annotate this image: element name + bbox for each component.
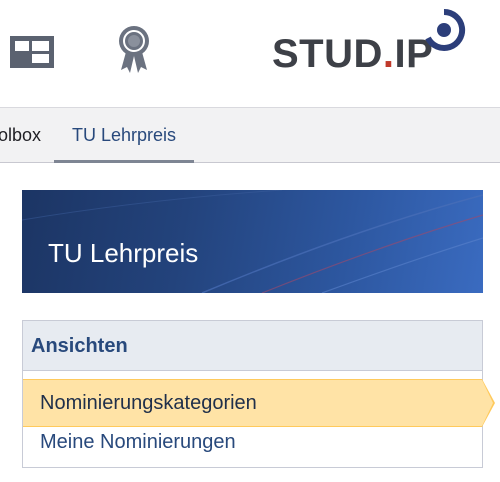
top-header: STUD.IP — [0, 0, 500, 107]
logo-ring-icon — [425, 8, 466, 51]
tab-tu-lehrpreis[interactable]: TU Lehrpreis — [54, 108, 194, 163]
sidebar-item-meine-nominierungen[interactable]: Meine Nominierungen — [23, 427, 482, 463]
sidebar-item-nominierungskategorien[interactable]: Nominierungskategorien — [23, 379, 495, 427]
studip-logo[interactable]: STUD.IP — [272, 8, 472, 83]
tab-bar: olbox TU Lehrpreis — [0, 107, 500, 163]
page-title: TU Lehrpreis — [48, 238, 199, 268]
award-ribbon-icon[interactable] — [116, 24, 152, 74]
logo-wordmark: STUD.IP — [272, 32, 434, 76]
tiles-icon[interactable] — [8, 30, 56, 72]
page-banner: TU Lehrpreis — [22, 190, 483, 293]
tab-toolbox[interactable]: olbox — [0, 108, 41, 163]
sidebar-widget-views: Ansichten Nominierungskategorien Meine N… — [22, 320, 495, 468]
sidebar-heading: Ansichten — [23, 321, 482, 371]
